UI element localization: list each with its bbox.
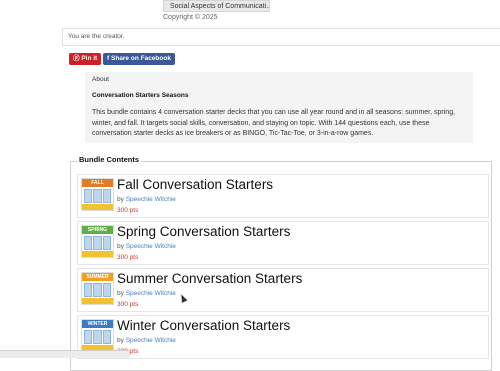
product-title[interactable]: Fall Conversation Starters xyxy=(117,177,273,192)
bundle-item-summer[interactable]: SUMMER Summer Conversation Starters by S… xyxy=(77,268,489,312)
author-link[interactable]: Speechie Witchie xyxy=(126,337,176,344)
product-title[interactable]: Spring Conversation Starters xyxy=(117,224,290,239)
product-points: 300 pts xyxy=(117,254,139,261)
author-link[interactable]: Speechie Witchie xyxy=(126,290,176,297)
product-author-line: by Speechie Witchie xyxy=(117,243,176,250)
product-thumbnail[interactable]: FALL xyxy=(81,178,114,211)
product-title[interactable]: Summer Conversation Starters xyxy=(117,271,302,286)
thumbnail-label: SUMMER xyxy=(82,273,113,281)
bundle-item-fall[interactable]: FALL Fall Conversation Starters by Speec… xyxy=(77,174,489,218)
about-label: About xyxy=(92,76,109,83)
product-author-line: by Speechie Witchie xyxy=(117,196,176,203)
product-author-line: by Speechie Witchie xyxy=(117,337,176,344)
bundle-contents-heading: Bundle Contents xyxy=(77,155,141,164)
product-thumbnail[interactable]: SUMMER xyxy=(81,272,114,305)
about-description: This bundle contains 4 conversation star… xyxy=(92,109,456,137)
product-thumbnail[interactable]: WINTER xyxy=(81,319,114,352)
product-title[interactable]: Winter Conversation Starters xyxy=(117,318,290,333)
author-link[interactable]: Speechie Witchie xyxy=(126,196,176,203)
bundle-item-winter[interactable]: WINTER Winter Conversation Starters by S… xyxy=(77,315,489,359)
thumbnail-label: SPRING xyxy=(82,226,113,234)
product-author-line: by Speechie Witchie xyxy=(117,290,176,297)
bundle-item-spring[interactable]: SPRING Spring Conversation Starters by S… xyxy=(77,221,489,265)
author-link[interactable]: Speechie Witchie xyxy=(126,243,176,250)
share-facebook-button[interactable]: f Share on Facebook xyxy=(103,53,175,65)
product-points: 300 pts xyxy=(117,207,139,214)
product-points: 300 pts xyxy=(117,301,139,308)
category-tag[interactable]: Social Aspects of Communicati... xyxy=(163,0,270,12)
product-thumbnail[interactable]: SPRING xyxy=(81,225,114,258)
share-facebook-label: Share on Facebook xyxy=(110,55,171,62)
copyright-text: Copyright © 2025 xyxy=(163,14,218,21)
thumbnail-label: FALL xyxy=(82,179,113,187)
browser-status-bar xyxy=(0,350,130,358)
about-panel: About Conversation Starters Seasons This… xyxy=(85,72,473,143)
about-title: Conversation Starters Seasons xyxy=(92,92,189,99)
thumbnail-label: WINTER xyxy=(82,320,113,328)
pin-it-label: Pin it xyxy=(81,55,98,62)
creator-notice: You are the creator. xyxy=(62,28,500,46)
pin-it-button[interactable]: ⓟ Pin it xyxy=(69,53,102,65)
